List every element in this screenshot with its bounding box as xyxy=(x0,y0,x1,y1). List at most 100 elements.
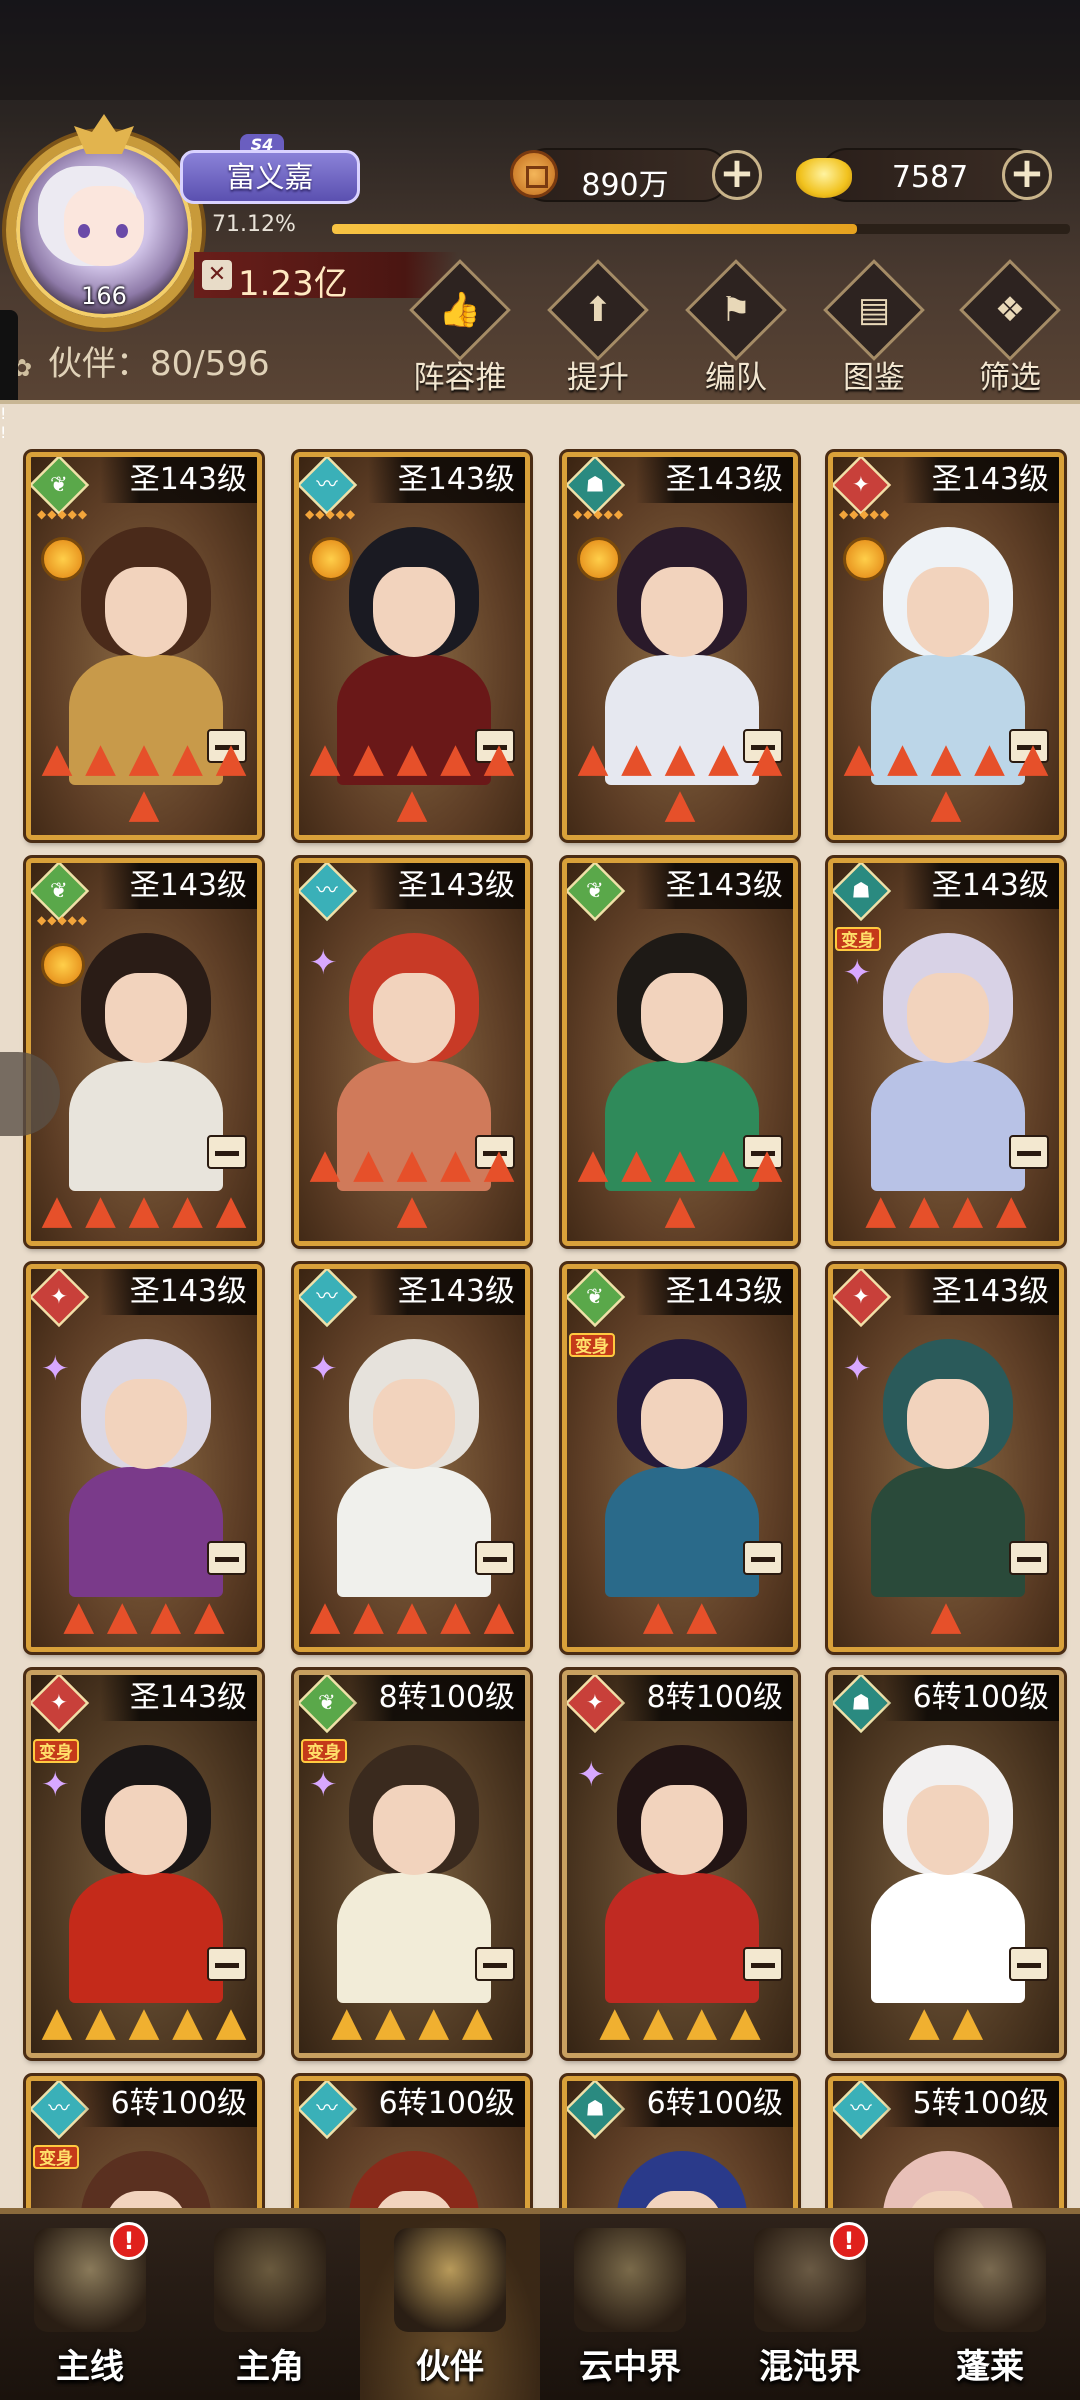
partner-icon xyxy=(394,2228,506,2332)
equipment-icon xyxy=(1009,1947,1049,1981)
nav-tab-4[interactable]: 混沌界! xyxy=(720,2214,900,2400)
equipment-icon xyxy=(1009,1541,1049,1575)
partner-card[interactable]: ☗ 圣143级 ◆◆◆◆◆ ▲ ▲ ▲ ▲ ▲ ▲ xyxy=(562,452,798,840)
partner-level: 圣143级 xyxy=(635,457,793,503)
partner-portrait xyxy=(597,1339,767,1597)
menu-filter-button[interactable]: ❖ 筛选 xyxy=(950,259,1070,397)
codex-icon: ▤ xyxy=(823,259,925,361)
penglai-icon xyxy=(934,2228,1046,2332)
partner-card[interactable]: ❦ 圣143级 变身 ▲ ▲ xyxy=(562,1264,798,1652)
partner-portrait xyxy=(863,1745,1033,2003)
portrait-face xyxy=(373,973,455,1063)
partner-card[interactable]: 〰圣143级 ✦ ▲ ▲ ▲ ▲ ▲ xyxy=(294,1264,530,1652)
partner-card[interactable]: ☗ 6转100级 ▲ ▲ xyxy=(828,1670,1064,2058)
exp-bar-fill xyxy=(332,224,857,234)
sparkle-icon: ✦ xyxy=(843,1349,872,1389)
portrait-face xyxy=(105,1379,187,1469)
partner-card[interactable]: ✦ 8转100级 ✦ ▲ ▲ ▲ ▲ xyxy=(562,1670,798,2058)
exp-bar xyxy=(332,224,1070,234)
star-flames: ▲ ▲ ▲ ▲ ▲ ▲ xyxy=(41,735,247,827)
star-flames: ▲ ▲ xyxy=(908,1999,984,2045)
portrait-face xyxy=(105,973,187,1063)
gold-ingot-icon xyxy=(796,158,852,198)
coin-icon xyxy=(510,150,558,198)
portrait-outfit xyxy=(871,1061,1025,1191)
partner-level: 圣143级 xyxy=(367,863,525,909)
rank-pips: ◆◆◆◆◆ xyxy=(305,507,357,521)
equipment-icon xyxy=(207,1541,247,1575)
nav-tab-3[interactable]: 云中界 xyxy=(540,2214,720,2400)
partner-card[interactable]: 〰 6转100级 xyxy=(294,2076,530,2208)
partner-card[interactable]: ❦ 圣143级 ◆◆◆◆◆ ▲ ▲ ▲ ▲ ▲ xyxy=(26,858,262,1246)
partner-level: 5转100级 xyxy=(882,2081,1059,2127)
add-coins-button[interactable]: + xyxy=(712,150,762,200)
nav-tab-0[interactable]: 主线! xyxy=(0,2214,180,2400)
portrait-face xyxy=(105,567,187,657)
alert-badge-icon: ! xyxy=(0,423,7,442)
nav-tab-1[interactable]: 主角 xyxy=(180,2214,360,2400)
partner-card[interactable]: ☗ 6转100级 xyxy=(562,2076,798,2208)
partner-card[interactable]: ❦ 圣143级 ◆◆◆◆◆ ▲ ▲ ▲ ▲ ▲ ▲ xyxy=(26,452,262,840)
rank-pips: ◆◆◆◆◆ xyxy=(839,507,891,521)
portrait-face xyxy=(373,1379,455,1469)
filter-icon: ❖ xyxy=(959,259,1061,361)
menu-codex-button[interactable]: ▤ 图鉴 xyxy=(814,259,934,397)
partner-level: 圣143级 xyxy=(99,1269,257,1315)
partner-card[interactable]: ✦ 圣143级 ◆◆◆◆◆ ▲ ▲ ▲ ▲ ▲ ▲ xyxy=(828,452,1064,840)
partner-card[interactable]: ☗ 圣143级 变身 ✦ ▲ ▲ ▲ ▲ xyxy=(828,858,1064,1246)
partner-portrait xyxy=(61,2151,231,2208)
partner-level: 6转100级 xyxy=(348,2081,525,2127)
partner-portrait xyxy=(329,1339,499,1597)
partner-card[interactable]: ✦ 圣143级 ✦ ▲ ▲ ▲ ▲ xyxy=(26,1264,262,1652)
partner-level: 圣143级 xyxy=(901,863,1059,909)
partner-card[interactable]: 〰圣143级 ◆◆◆◆◆ ▲ ▲ ▲ ▲ ▲ ▲ xyxy=(294,452,530,840)
equipment-icon xyxy=(1009,1135,1049,1169)
transform-badge: 变身 xyxy=(569,1333,615,1357)
player-name[interactable]: 富义嘉 xyxy=(180,150,360,204)
transform-badge: 变身 xyxy=(33,1739,79,1763)
transform-badge: 变身 xyxy=(835,927,881,951)
partner-card[interactable]: ❦ 圣143级 ▲ ▲ ▲ ▲ ▲ ▲ xyxy=(562,858,798,1246)
partner-card[interactable]: 〰圣143级 ✦ ▲ ▲ ▲ ▲ ▲ ▲ xyxy=(294,858,530,1246)
menu-upgrade-button[interactable]: ⬆ 提升 xyxy=(538,259,658,397)
portrait-face xyxy=(373,567,455,657)
partner-portrait xyxy=(61,1339,231,1597)
partner-card[interactable]: 〰 5转100级 xyxy=(828,2076,1064,2208)
transform-badge: 变身 xyxy=(301,1739,347,1763)
rank-pips: ◆◆◆◆◆ xyxy=(37,913,89,927)
nav-label: 蓬莱 xyxy=(956,2347,1024,2387)
nav-tab-2[interactable]: 伙伴 xyxy=(360,2214,540,2400)
portrait-face xyxy=(641,1379,723,1469)
nav-label: 主线 xyxy=(56,2347,124,2387)
partner-level: 圣143级 xyxy=(635,863,793,909)
awaken-medal-icon xyxy=(41,943,85,987)
add-ingots-button[interactable]: + xyxy=(1002,150,1052,200)
nav-label: 伙伴 xyxy=(416,2347,484,2387)
partner-level: 圣143级 xyxy=(635,1269,793,1315)
awaken-medal-icon xyxy=(41,537,85,581)
awaken-medal-icon xyxy=(843,537,887,581)
sparkle-icon: ✦ xyxy=(41,1765,70,1805)
partner-count: ✿ 伙伴：80/596 xyxy=(12,336,270,385)
nav-tab-5[interactable]: 蓬莱 xyxy=(900,2214,1080,2400)
star-flames: ▲ ▲ ▲ ▲ ▲ ▲ xyxy=(577,735,783,827)
menu-formation-button[interactable]: ⚑ 编队 xyxy=(676,259,796,397)
status-bar-area xyxy=(0,0,1080,100)
sparkle-icon: ✦ xyxy=(309,1349,338,1389)
partner-level: 8转100级 xyxy=(348,1675,525,1721)
player-level: 166 xyxy=(81,282,127,310)
partner-card[interactable]: 〰 6转100级 变身 xyxy=(26,2076,262,2208)
portrait-outfit xyxy=(871,1467,1025,1597)
star-flames: ▲ ▲ ▲ ▲ xyxy=(599,1999,761,2045)
avatar-face xyxy=(64,186,144,266)
partner-card[interactable]: ❦ 8转100级 变身 ✦ ▲ ▲ ▲ ▲ xyxy=(294,1670,530,2058)
portrait-outfit xyxy=(337,1873,491,2003)
star-flames: ▲ ▲ ▲ ▲ ▲ xyxy=(41,1187,247,1233)
partner-card[interactable]: ✦ 圣143级 ✦ ▲ xyxy=(828,1264,1064,1652)
portrait-face xyxy=(373,1785,455,1875)
sparkle-icon: ✦ xyxy=(843,953,872,993)
partner-card[interactable]: ✦ 圣143级 变身 ✦ ▲ ▲ ▲ ▲ ▲ xyxy=(26,1670,262,2058)
partner-level: 圣143级 xyxy=(901,1269,1059,1315)
partner-level: 6转100级 xyxy=(882,1675,1059,1721)
star-flames: ▲ ▲ ▲ ▲ ▲ xyxy=(41,1999,247,2045)
